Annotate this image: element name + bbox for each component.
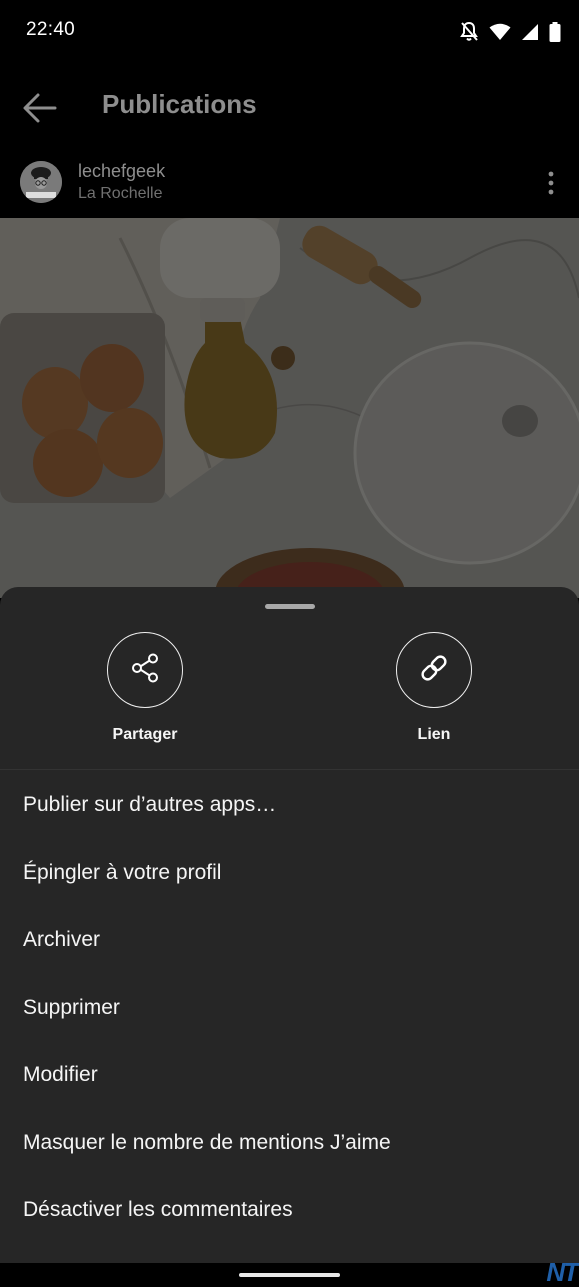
menu-item-pin-to-profile[interactable]: Épingler à votre profil [0,839,579,907]
home-indicator[interactable] [239,1273,340,1277]
share-button-circle[interactable] [107,632,183,708]
share-button[interactable]: Partager [75,632,215,744]
link-label: Lien [417,726,451,743]
options-menu: Publier sur d’autres apps… Épingler à vo… [0,771,579,1244]
share-label: Partager [112,726,178,743]
link-icon [417,651,451,690]
signal-icon [521,23,539,41]
system-nav-bar: NT [0,1259,579,1285]
link-button-circle[interactable] [396,632,472,708]
more-vertical-icon[interactable] [543,170,559,196]
post-username[interactable]: lechefgeek [78,161,165,182]
sheet-divider [0,769,579,770]
wifi-icon [489,23,511,41]
menu-item-edit[interactable]: Modifier [0,1041,579,1109]
top-app-bar: Publications [0,64,579,150]
sheet-drag-handle[interactable] [265,604,315,609]
avatar[interactable] [20,161,62,203]
status-time: 22:40 [26,19,76,40]
menu-item-delete[interactable]: Supprimer [0,974,579,1042]
menu-item-turn-off-comments[interactable]: Désactiver les commentaires [0,1176,579,1244]
menu-item-archive[interactable]: Archiver [0,906,579,974]
battery-icon [549,22,561,42]
page-title: Publications [102,89,257,119]
status-bar: 22:40 [0,0,579,64]
post-photo [0,218,579,598]
back-arrow-icon[interactable] [20,88,60,128]
share-icon [128,651,162,690]
post-location[interactable]: La Rochelle [78,185,163,203]
menu-item-share-other-apps[interactable]: Publier sur d’autres apps… [0,771,579,839]
status-icons [459,20,561,44]
options-bottom-sheet: Partager Lien Publier sur d’autres apps…… [0,587,579,1263]
watermark-logo: NT [546,1257,579,1287]
link-button[interactable]: Lien [364,632,504,744]
menu-item-hide-like-count[interactable]: Masquer le nombre de mentions J’aime [0,1109,579,1177]
post-header: lechefgeek La Rochelle [0,150,579,218]
notifications-off-icon [459,21,479,43]
